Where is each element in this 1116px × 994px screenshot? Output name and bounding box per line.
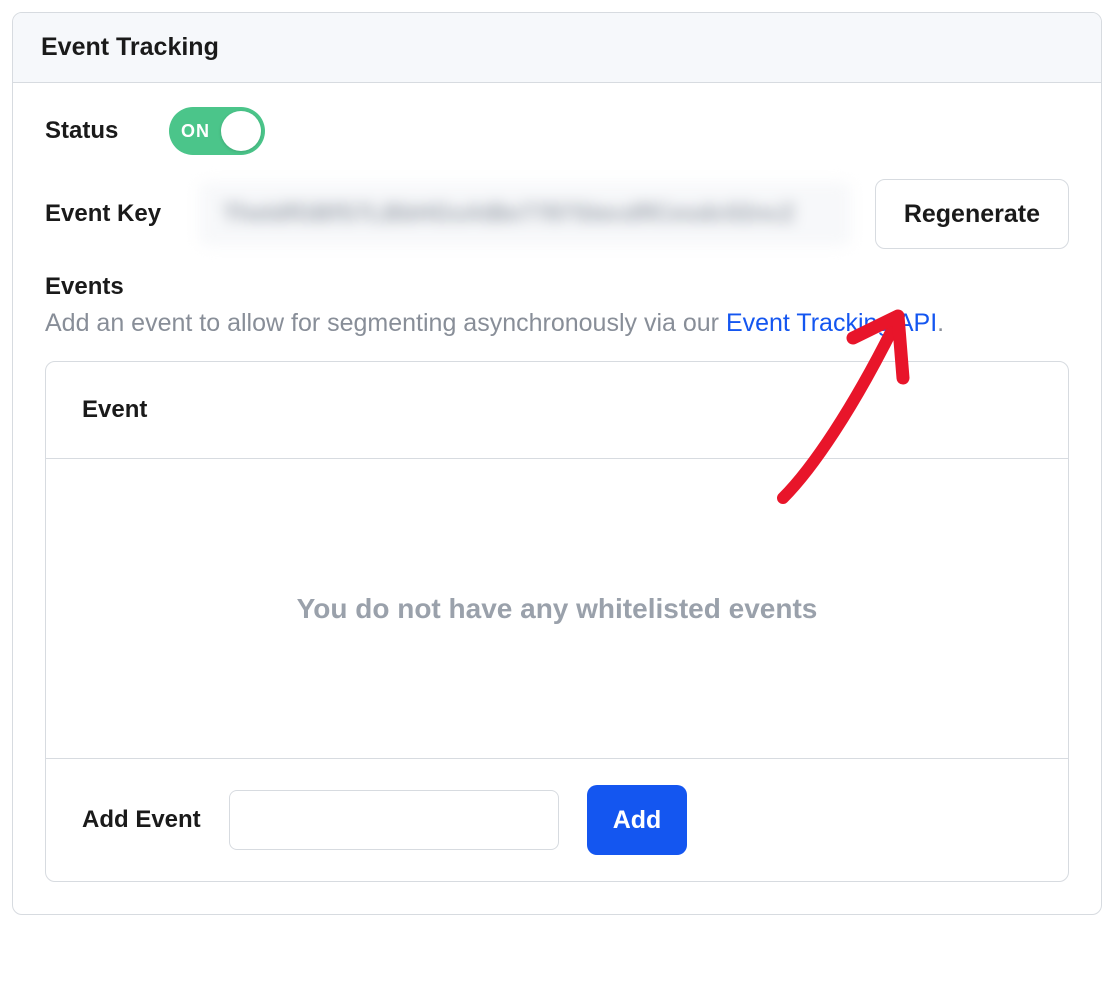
status-label: Status	[45, 117, 145, 145]
panel-body: Status ON Event Key TheIdfGBfS7LBbHGsAtB…	[13, 83, 1101, 914]
events-description-prefix: Add an event to allow for segmenting asy…	[45, 309, 726, 337]
events-table: Event You do not have any whitelisted ev…	[45, 361, 1069, 882]
add-event-input[interactable]	[229, 790, 559, 850]
events-table-footer: Add Event Add	[46, 759, 1068, 881]
regenerate-button[interactable]: Regenerate	[875, 179, 1069, 249]
add-event-button[interactable]: Add	[587, 785, 688, 855]
events-table-header: Event	[46, 362, 1068, 459]
event-key-value: TheIdfGBfS7LBbHGsAtBe7787StecdflCesdc02n…	[199, 182, 851, 246]
toggle-on-text: ON	[181, 121, 210, 142]
status-row: Status ON	[45, 107, 1069, 155]
events-description-suffix: .	[937, 309, 944, 337]
events-table-header-label: Event	[82, 396, 1032, 424]
panel-header: Event Tracking	[13, 13, 1101, 83]
status-toggle[interactable]: ON	[169, 107, 265, 155]
add-event-label: Add Event	[82, 806, 201, 834]
events-table-empty: You do not have any whitelisted events	[46, 459, 1068, 759]
event-tracking-panel: Event Tracking Status ON Event Key TheId…	[12, 12, 1102, 915]
event-key-row: Event Key TheIdfGBfS7LBbHGsAtBe7787Stecd…	[45, 179, 1069, 249]
events-description: Add an event to allow for segmenting asy…	[45, 305, 1069, 341]
events-empty-message: You do not have any whitelisted events	[297, 593, 818, 625]
panel-title: Event Tracking	[41, 33, 1073, 62]
events-heading: Events	[45, 273, 1069, 301]
event-key-label: Event Key	[45, 200, 175, 228]
event-tracking-api-link[interactable]: Event Tracking API	[726, 309, 937, 337]
toggle-knob	[221, 111, 261, 151]
